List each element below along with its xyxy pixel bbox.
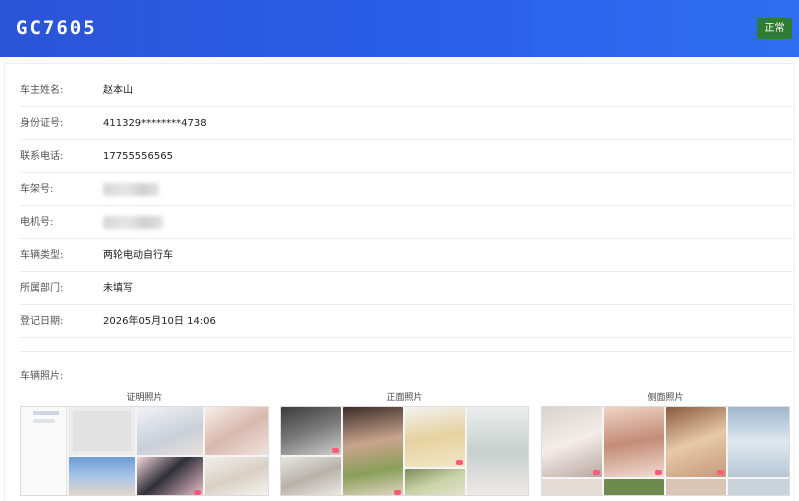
proof-thumb-2 [137, 407, 203, 455]
phone-value: 17755556565 [103, 151, 173, 162]
phone-label: 联系电话: [20, 151, 64, 162]
info-row-department: 所属部门: 未填写 [20, 272, 793, 305]
vehicle-type-value: 两轮电动自行车 [103, 250, 173, 261]
vehicle-photos-label: 车辆照片: [20, 371, 64, 382]
id-number-label: 身份证号: [20, 118, 64, 129]
front-thumb-6 [405, 469, 465, 495]
motor-number-redacted [103, 216, 163, 229]
front-thumb-1 [281, 407, 341, 455]
info-row-id-number: 身份证号: 411329********4738 [20, 107, 793, 140]
register-date-value: 2026年05月10日 14:06 [103, 316, 216, 327]
side-thumb-1 [542, 407, 602, 477]
side-photo[interactable] [541, 406, 790, 496]
side-thumb-7 [666, 479, 726, 495]
proof-photo-caption: 证明照片 [126, 393, 163, 403]
department-value: 未填写 [103, 283, 133, 294]
header-bar: GC7605 正常 [0, 0, 799, 57]
vehicle-info-card: 车主姓名: 赵本山 身份证号: 411329********4738 联系电话:… [4, 63, 795, 501]
side-thumb-6 [604, 479, 664, 495]
front-thumb-2 [343, 407, 403, 495]
info-row-vehicle-type: 车辆类型: 两轮电动自行车 [20, 239, 793, 272]
proof-photo[interactable] [20, 406, 269, 496]
photo-group-front: 正面照片 [280, 390, 529, 501]
proof-thumb-4 [69, 457, 135, 495]
owner-name-label: 车主姓名: [20, 85, 64, 96]
front-thumb-4 [467, 407, 528, 495]
front-thumb-3 [405, 407, 465, 467]
side-thumb-4 [728, 407, 789, 477]
frame-number-label: 车架号: [20, 184, 54, 195]
id-number-value: 411329********4738 [103, 118, 207, 129]
front-photo[interactable] [280, 406, 529, 496]
register-date-label: 登记日期: [20, 316, 64, 327]
motor-number-label: 电机号: [20, 217, 54, 228]
info-row-phone: 联系电话: 17755556565 [20, 140, 793, 173]
photo-group-proof: 证明照片 [20, 390, 269, 501]
info-row-frame-number: 车架号: [20, 173, 793, 206]
status-badge: 正常 [757, 18, 792, 39]
side-thumb-8 [728, 479, 789, 495]
side-thumb-2 [604, 407, 664, 477]
side-photo-caption: 侧面照片 [647, 393, 684, 403]
plate-number: GC7605 [16, 17, 97, 39]
frame-number-redacted [103, 183, 159, 196]
proof-thumb-sidebar [21, 407, 67, 495]
side-thumb-3 [666, 407, 726, 477]
photo-group-side: 侧面照片 [541, 390, 790, 501]
info-row-register-date: 登记日期: 2026年05月10日 14:06 [20, 305, 793, 338]
proof-thumb-5 [137, 457, 203, 495]
owner-name-value: 赵本山 [103, 85, 133, 96]
front-photo-caption: 正面照片 [386, 393, 423, 403]
proof-thumb-6 [205, 457, 268, 495]
info-row-motor-number: 电机号: [20, 206, 793, 239]
department-label: 所属部门: [20, 283, 64, 294]
section-divider [20, 351, 793, 352]
vehicle-type-label: 车辆类型: [20, 250, 64, 261]
proof-thumb-1 [69, 407, 135, 455]
proof-thumb-3 [205, 407, 268, 455]
side-thumb-5 [542, 479, 602, 495]
front-thumb-5 [281, 457, 341, 495]
info-row-owner-name: 车主姓名: 赵本山 [20, 74, 793, 107]
